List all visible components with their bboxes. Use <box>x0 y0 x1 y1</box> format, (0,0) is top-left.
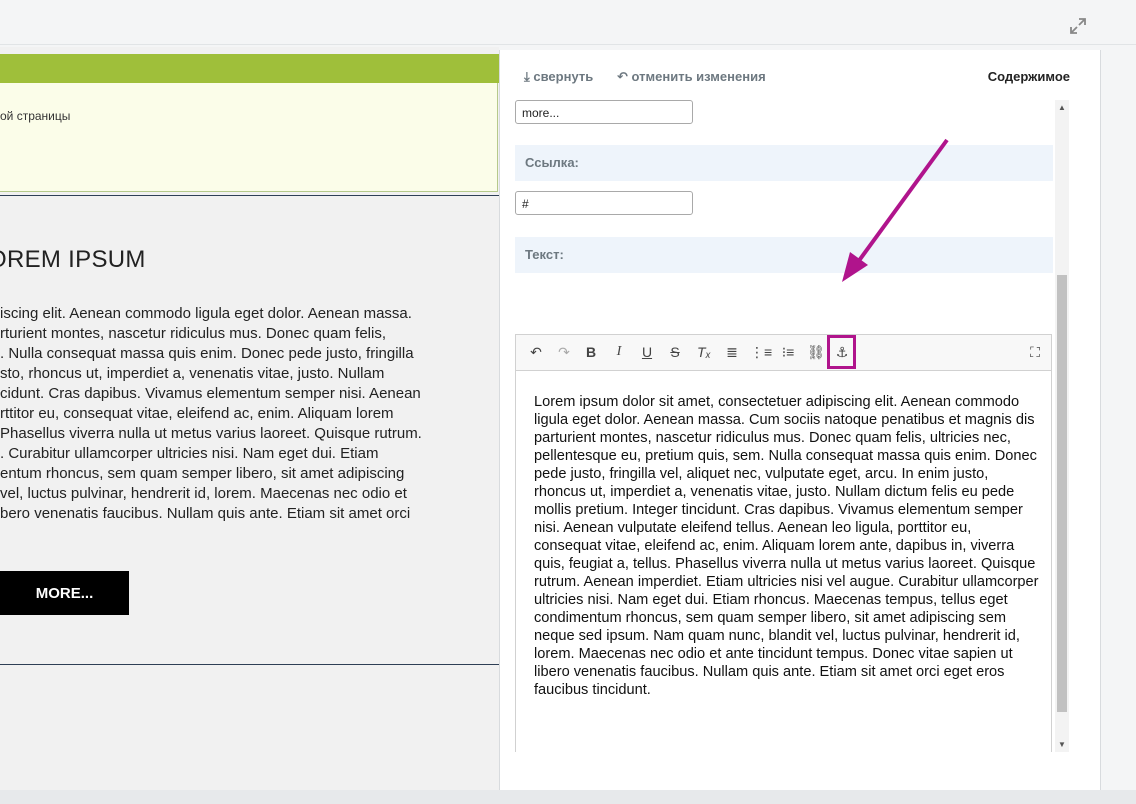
preview-paragraph-line: rttitor eu, consequat vitae, eleifend ac… <box>0 405 394 422</box>
undo-changes-button[interactable]: ↶ отменить изменения <box>617 69 766 85</box>
preview-paragraph-line: iscing elit. Aenean commodo ligula eget … <box>0 305 412 322</box>
preview-paragraph-line: bero venenatis faucibus. Nullam quis ant… <box>0 505 411 522</box>
link-input[interactable]: # <box>515 191 693 215</box>
preview-paragraph-line: sto, rhoncus ut, imperdiet a, venenatis … <box>0 365 385 382</box>
editor-panel: ⤓ свернуть ↶ отменить изменения Содержим… <box>499 50 1101 804</box>
collapse-label: свернуть <box>533 69 594 84</box>
preview-paragraph-line: cidunt. Cras dapibus. Vivamus elementum … <box>0 385 421 402</box>
bottom-strip <box>0 790 1136 804</box>
preview-paragraph-line: vel, luctus pulvinar, hendrerit id, lore… <box>0 485 407 502</box>
preview-green-bar <box>0 54 499 83</box>
underline-icon[interactable]: U <box>637 343 657 361</box>
preview-paragraph-line: entum rhoncus, sem quam semper libero, s… <box>0 465 405 482</box>
top-bar <box>0 0 1136 45</box>
editor-toolbar: ↶ ↷ B I U S Tₓ ≣ ⋮≡ ⁝≡ ⛓ ⚓ ⛶ <box>516 335 1051 371</box>
preview-paragraph-line: . Nulla consequat massa quis enim. Donec… <box>0 345 414 362</box>
maximize-icon[interactable]: ⛶ <box>1025 343 1045 361</box>
preview-note-text: ой страницы <box>0 109 71 123</box>
align-justify-icon[interactable]: ≣ <box>722 343 742 361</box>
undo-changes-label: отменить изменения <box>631 69 766 84</box>
editor-content[interactable]: Lorem ipsum dolor sit amet, consectetuer… <box>534 393 1039 699</box>
preview-paragraph-line: Phasellus viverra nulla ut metus varius … <box>0 425 422 442</box>
scroll-down-icon[interactable]: ▼ <box>1058 740 1066 749</box>
page-preview: ой страницы OREM IPSUM iscing elit. Aene… <box>0 47 499 804</box>
remove-format-icon[interactable]: Tₓ <box>694 343 714 361</box>
expand-icon[interactable] <box>1069 17 1087 35</box>
preview-paragraph-line: . Curabitur ullamcorper ultricies nisi. … <box>0 445 379 462</box>
preview-note-box: ой страницы <box>0 83 498 192</box>
scrollbar-thumb[interactable] <box>1057 275 1067 712</box>
numbered-list-icon[interactable]: ⋮≡ <box>750 343 772 361</box>
more-text-input[interactable]: more... <box>515 100 693 124</box>
more-button[interactable]: MORE... <box>0 571 129 615</box>
text-label: Текст: <box>515 237 1053 273</box>
link-icon[interactable]: ⛓ <box>806 343 826 361</box>
preview-heading: OREM IPSUM <box>0 246 146 273</box>
rich-text-editor: ↶ ↷ B I U S Tₓ ≣ ⋮≡ ⁝≡ ⛓ ⚓ ⛶ Lorem ipsum… <box>515 334 1052 752</box>
divider <box>0 195 499 196</box>
fields-scroll-area: more... Ссылка: # Текст: ↶ ↷ B I U S Tₓ … <box>515 100 1053 752</box>
italic-icon[interactable]: I <box>609 343 629 361</box>
link-label: Ссылка: <box>515 145 1053 181</box>
bold-icon[interactable]: B <box>581 343 601 361</box>
undo-icon: ↶ <box>617 69 628 84</box>
bullet-list-icon[interactable]: ⁝≡ <box>778 343 798 361</box>
undo-icon[interactable]: ↶ <box>526 343 546 361</box>
anchor-highlight-box <box>827 335 856 369</box>
strikethrough-icon[interactable]: S <box>665 343 685 361</box>
scrollbar[interactable]: ▲ ▼ <box>1055 100 1069 752</box>
download-icon: ⤓ <box>524 69 530 84</box>
panel-title: Содержимое <box>987 69 1070 84</box>
preview-paragraph-line: rturient montes, nascetur ridiculus mus.… <box>0 325 386 342</box>
divider <box>0 664 499 665</box>
scroll-up-icon[interactable]: ▲ <box>1058 103 1066 112</box>
collapse-button[interactable]: ⤓ свернуть <box>524 69 593 85</box>
redo-icon[interactable]: ↷ <box>554 343 574 361</box>
